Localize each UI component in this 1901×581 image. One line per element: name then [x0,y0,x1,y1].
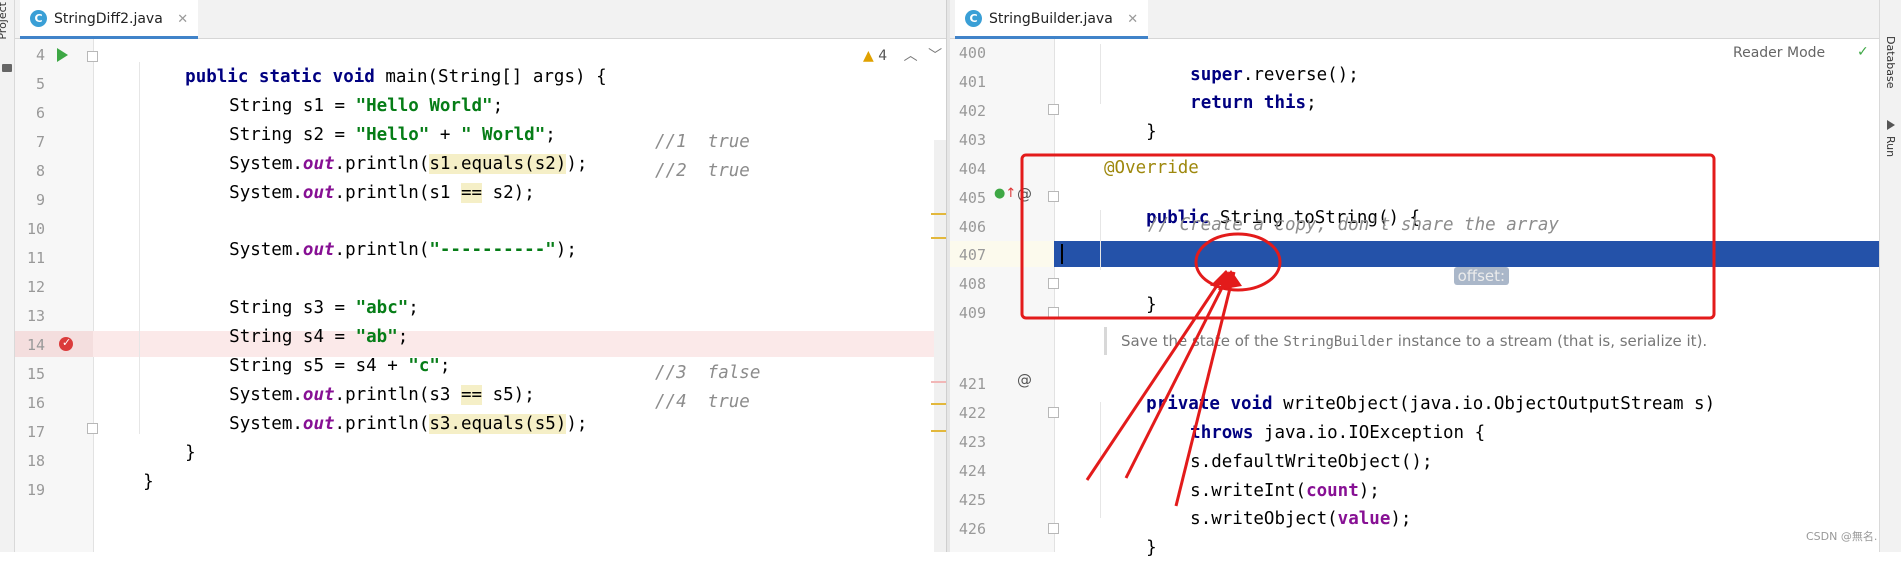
annotation-overlay [1020,153,1716,507]
arrow-line [1174,271,1236,507]
arrow-line [1124,271,1232,479]
arrow-line [1085,271,1228,481]
highlight-rectangle [1020,153,1716,320]
